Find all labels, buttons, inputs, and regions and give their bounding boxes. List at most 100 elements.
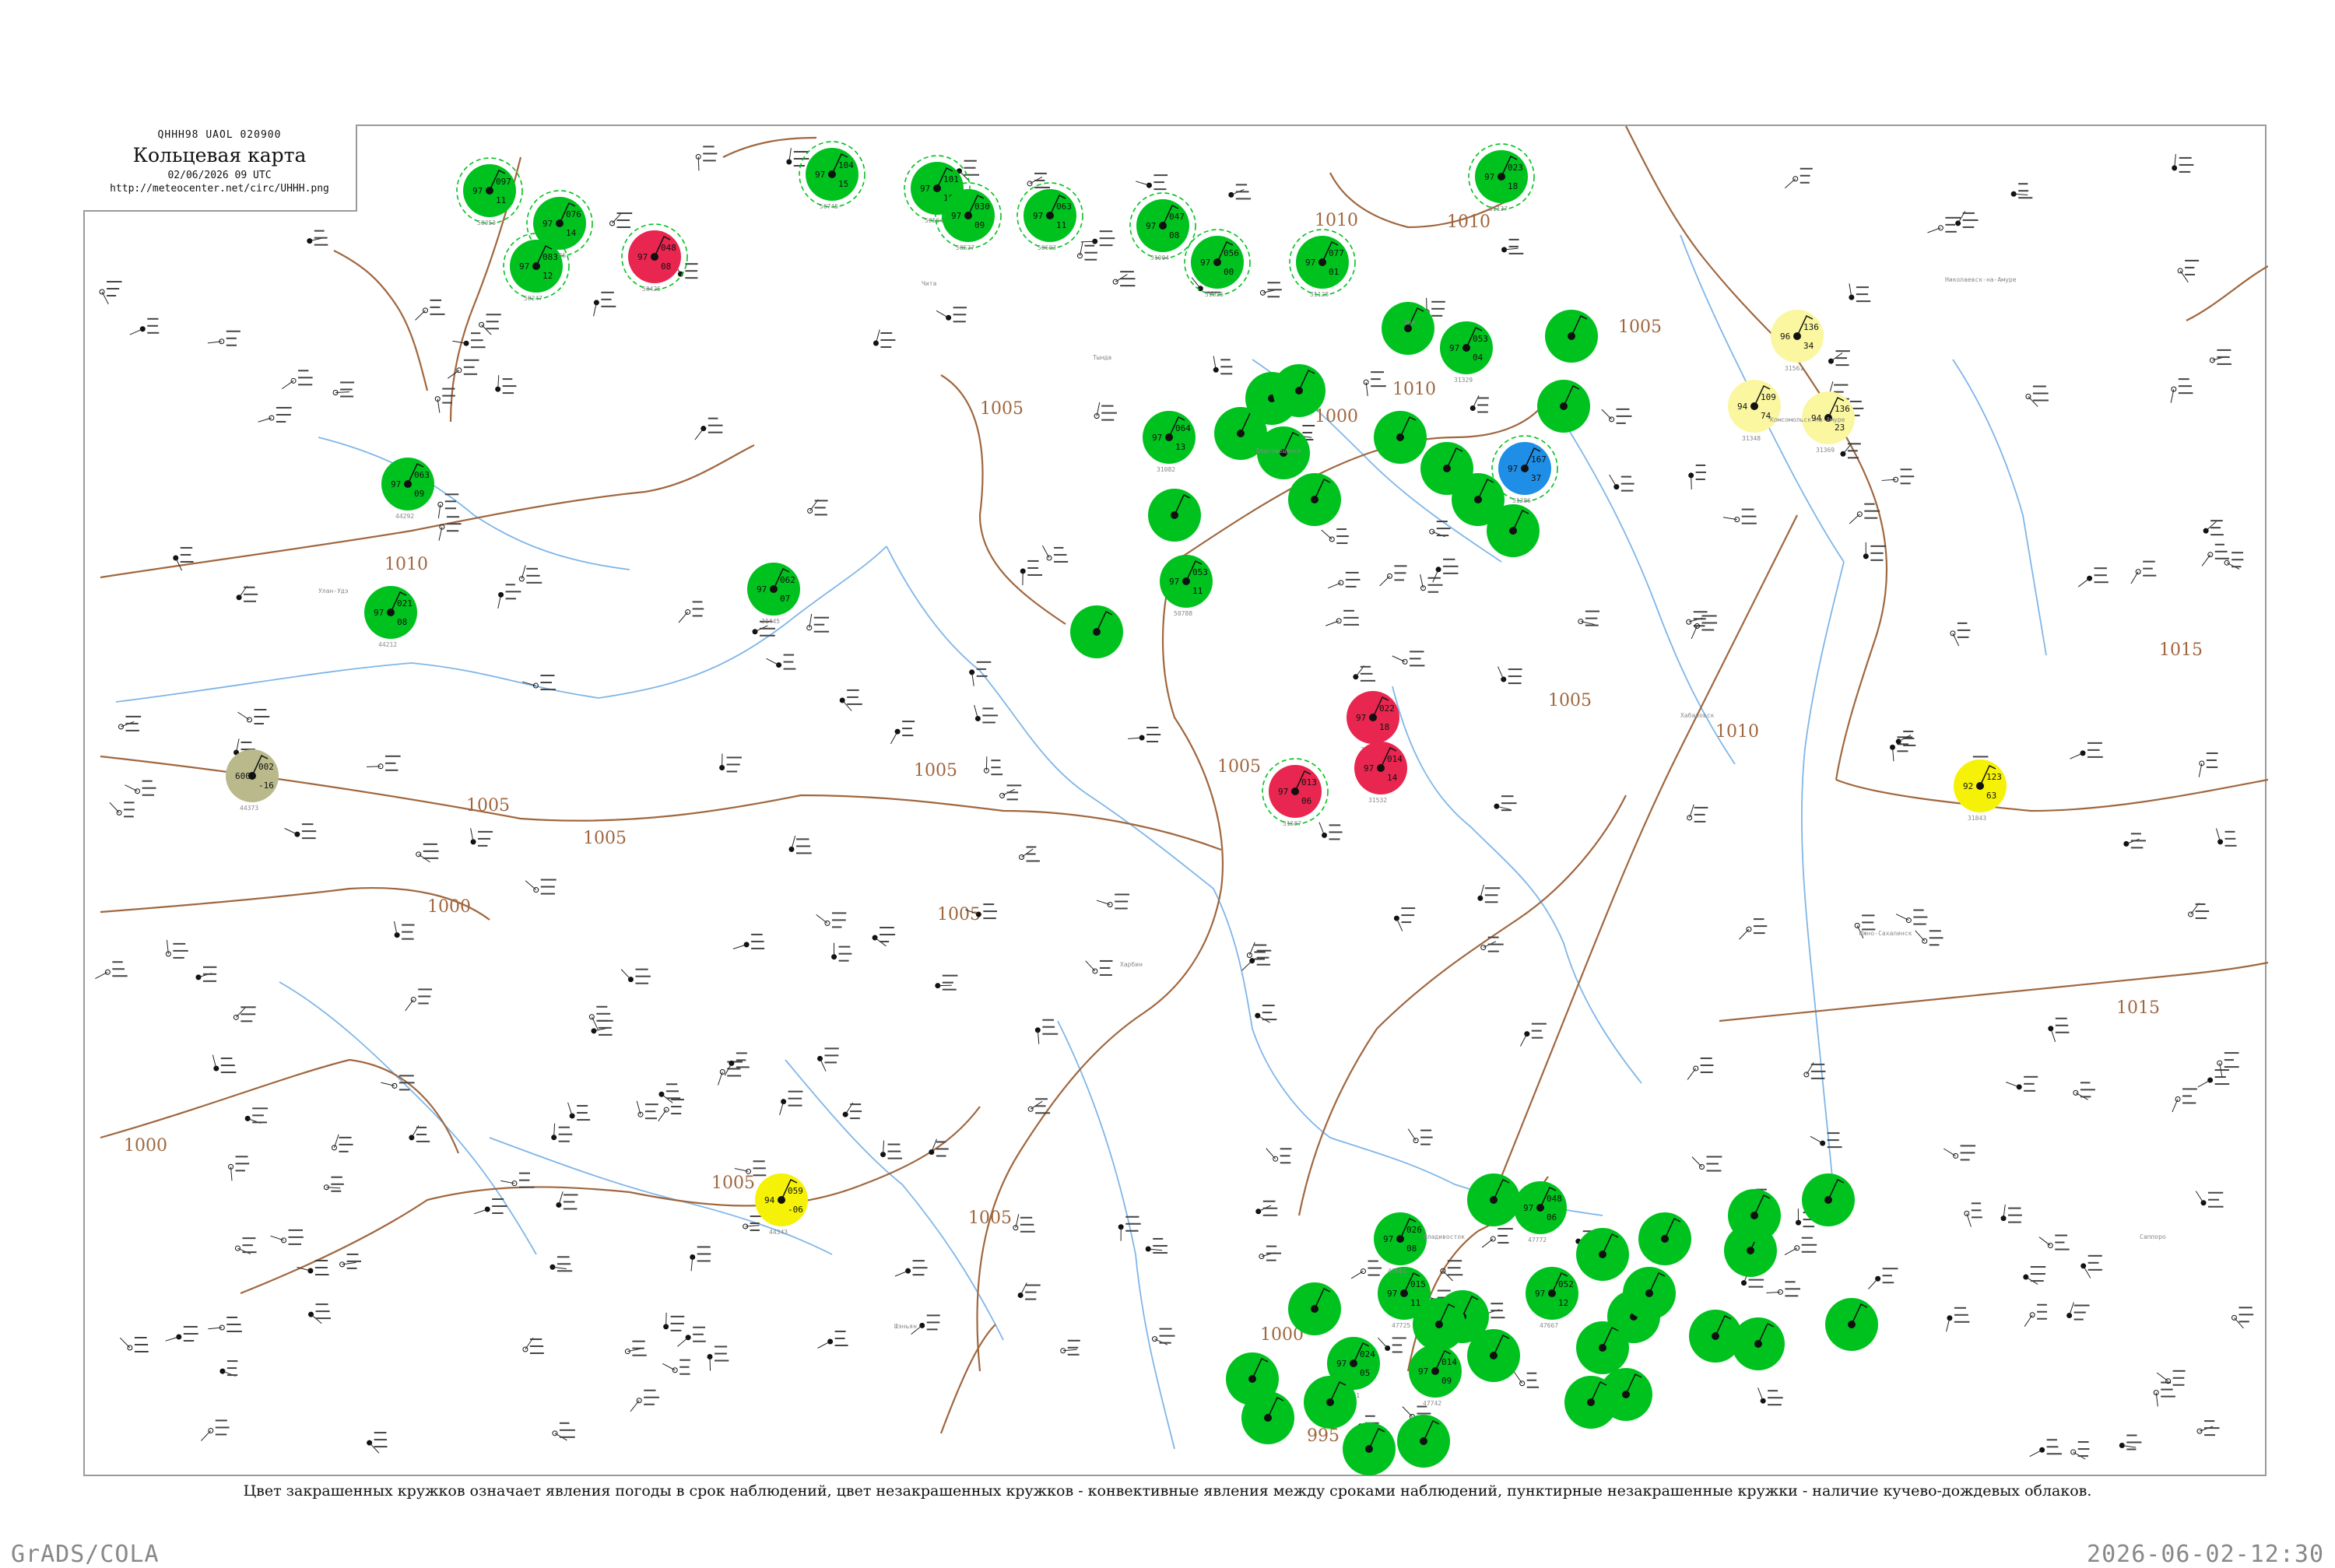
- station-plot: [1350, 1260, 1382, 1279]
- station-plot: [1259, 1245, 1282, 1261]
- station-plot: [1481, 1228, 1513, 1248]
- isobar-label: 1005: [914, 761, 957, 780]
- pressure-value: 097: [496, 177, 511, 187]
- pressure-value: 052: [1558, 1279, 1574, 1289]
- station-plot: [2209, 349, 2231, 365]
- pressure-value: 083: [542, 252, 558, 262]
- station-plot: [1868, 1268, 1898, 1289]
- station-plot: [551, 1123, 573, 1142]
- station-id: 50564: [925, 217, 943, 224]
- station-circle: 063 97 09 44292: [381, 458, 434, 520]
- station-id: 50788: [1174, 610, 1192, 617]
- station-plot: [2177, 259, 2200, 282]
- tendency-value: 14: [566, 228, 577, 238]
- station-circle: [1343, 1422, 1396, 1475]
- station-plot: [609, 212, 633, 229]
- isobar-label: 1010: [1715, 722, 1759, 742]
- station-plot: [2217, 1052, 2239, 1077]
- station-id: 31329: [1454, 377, 1473, 384]
- station-plot: [307, 230, 328, 246]
- tendency-value: 37: [1531, 473, 1541, 483]
- station-id: 31137: [1489, 205, 1508, 212]
- station-plot: [1027, 172, 1050, 188]
- pressure-value: 021: [397, 598, 413, 609]
- temperature-value: 97: [1383, 1234, 1393, 1244]
- station-plot: [207, 330, 241, 346]
- station-plot: [1687, 1057, 1714, 1080]
- station-plot: [1407, 1128, 1433, 1145]
- station-plot: [416, 843, 439, 863]
- tendency-value: 09: [414, 489, 424, 499]
- pressure-value: 024: [1360, 1349, 1375, 1359]
- tendency-value: 18: [1508, 181, 1518, 191]
- temperature-value: 97: [1387, 1289, 1397, 1299]
- river: [785, 1059, 1004, 1341]
- station-plot: [228, 1156, 250, 1181]
- temperature-value: 97: [1169, 577, 1179, 587]
- station-circle: 014 97 14 31532: [1354, 742, 1407, 804]
- isobar-label: 1000: [427, 897, 471, 917]
- temperature-value: 97: [757, 584, 767, 595]
- station-plot: [1392, 651, 1425, 667]
- tendency-value: 09: [1441, 1376, 1452, 1386]
- place-label: Николаевск-на-Амуре: [1945, 276, 2017, 283]
- station-plot: [816, 1047, 839, 1072]
- station-plot: [2029, 1439, 2062, 1458]
- station-plot: [2080, 1254, 2102, 1279]
- pressure-value: 030: [974, 202, 990, 212]
- river: [1800, 561, 1845, 1216]
- station-plot: [695, 146, 718, 171]
- tendency-value: 00: [1224, 267, 1234, 277]
- station-plot: [2198, 752, 2218, 777]
- station-circle: 063 97 11 50603: [1017, 182, 1083, 251]
- station-plot: [1085, 959, 1113, 976]
- place-label: Благовещенск: [1256, 447, 1301, 454]
- isobar: [240, 1106, 981, 1295]
- temperature-value: 97: [1356, 713, 1366, 723]
- station-plot: [1017, 1282, 1041, 1300]
- tendency-value: 01: [1329, 267, 1339, 277]
- isobar: [939, 1324, 996, 1434]
- station-plot: [1955, 211, 1979, 228]
- isobar: [1484, 514, 1798, 1216]
- tendency-value: 06: [1301, 796, 1311, 806]
- station-plot: [2023, 1266, 2046, 1285]
- station-plot: [437, 493, 459, 519]
- pressure-value: 022: [1379, 703, 1395, 714]
- station-plot: [1691, 1156, 1722, 1172]
- station-plot: [173, 546, 194, 571]
- station-plot: [208, 1316, 242, 1332]
- station-plot: [367, 1432, 388, 1454]
- temperature-value: 97: [472, 186, 483, 196]
- station-id: 44373: [240, 805, 258, 812]
- station-plot: [129, 317, 160, 335]
- station-id: 44292: [395, 513, 414, 520]
- pressure-value: 014: [1387, 754, 1403, 764]
- station-plot: [983, 756, 1003, 776]
- station-plot: [165, 939, 188, 959]
- station-plot: [1757, 1387, 1783, 1406]
- station-plot: [339, 1253, 362, 1269]
- map-datetime: 02/06/2026 09 UTC: [167, 170, 272, 181]
- station-plot: [842, 1102, 862, 1120]
- station-plot: [1136, 174, 1168, 191]
- footer-timestamp: 2026-06-02-12:30: [2087, 1541, 2324, 1568]
- station-plot: [1881, 468, 1915, 485]
- temperature-value: 94: [764, 1195, 775, 1205]
- station-circle: 053 97 11 50788: [1160, 555, 1213, 617]
- station-circle: [1537, 380, 1590, 433]
- isobar-label: 1005: [937, 905, 981, 924]
- temperature-value: 600: [235, 771, 251, 781]
- station-plot: [2038, 1234, 2070, 1251]
- tendency-value: 34: [1803, 341, 1814, 351]
- pressure-value: 063: [1056, 202, 1072, 212]
- station-id: 44212: [378, 641, 397, 648]
- station-plot: [936, 307, 967, 323]
- station-plot: [2216, 828, 2237, 847]
- station-plot: [195, 966, 217, 982]
- station-plot: [1020, 559, 1043, 585]
- place-label: Зея: [1404, 319, 1415, 326]
- station-id: 50603: [1038, 244, 1056, 251]
- station-plot: [2172, 1088, 2197, 1113]
- station-plot: [447, 359, 479, 379]
